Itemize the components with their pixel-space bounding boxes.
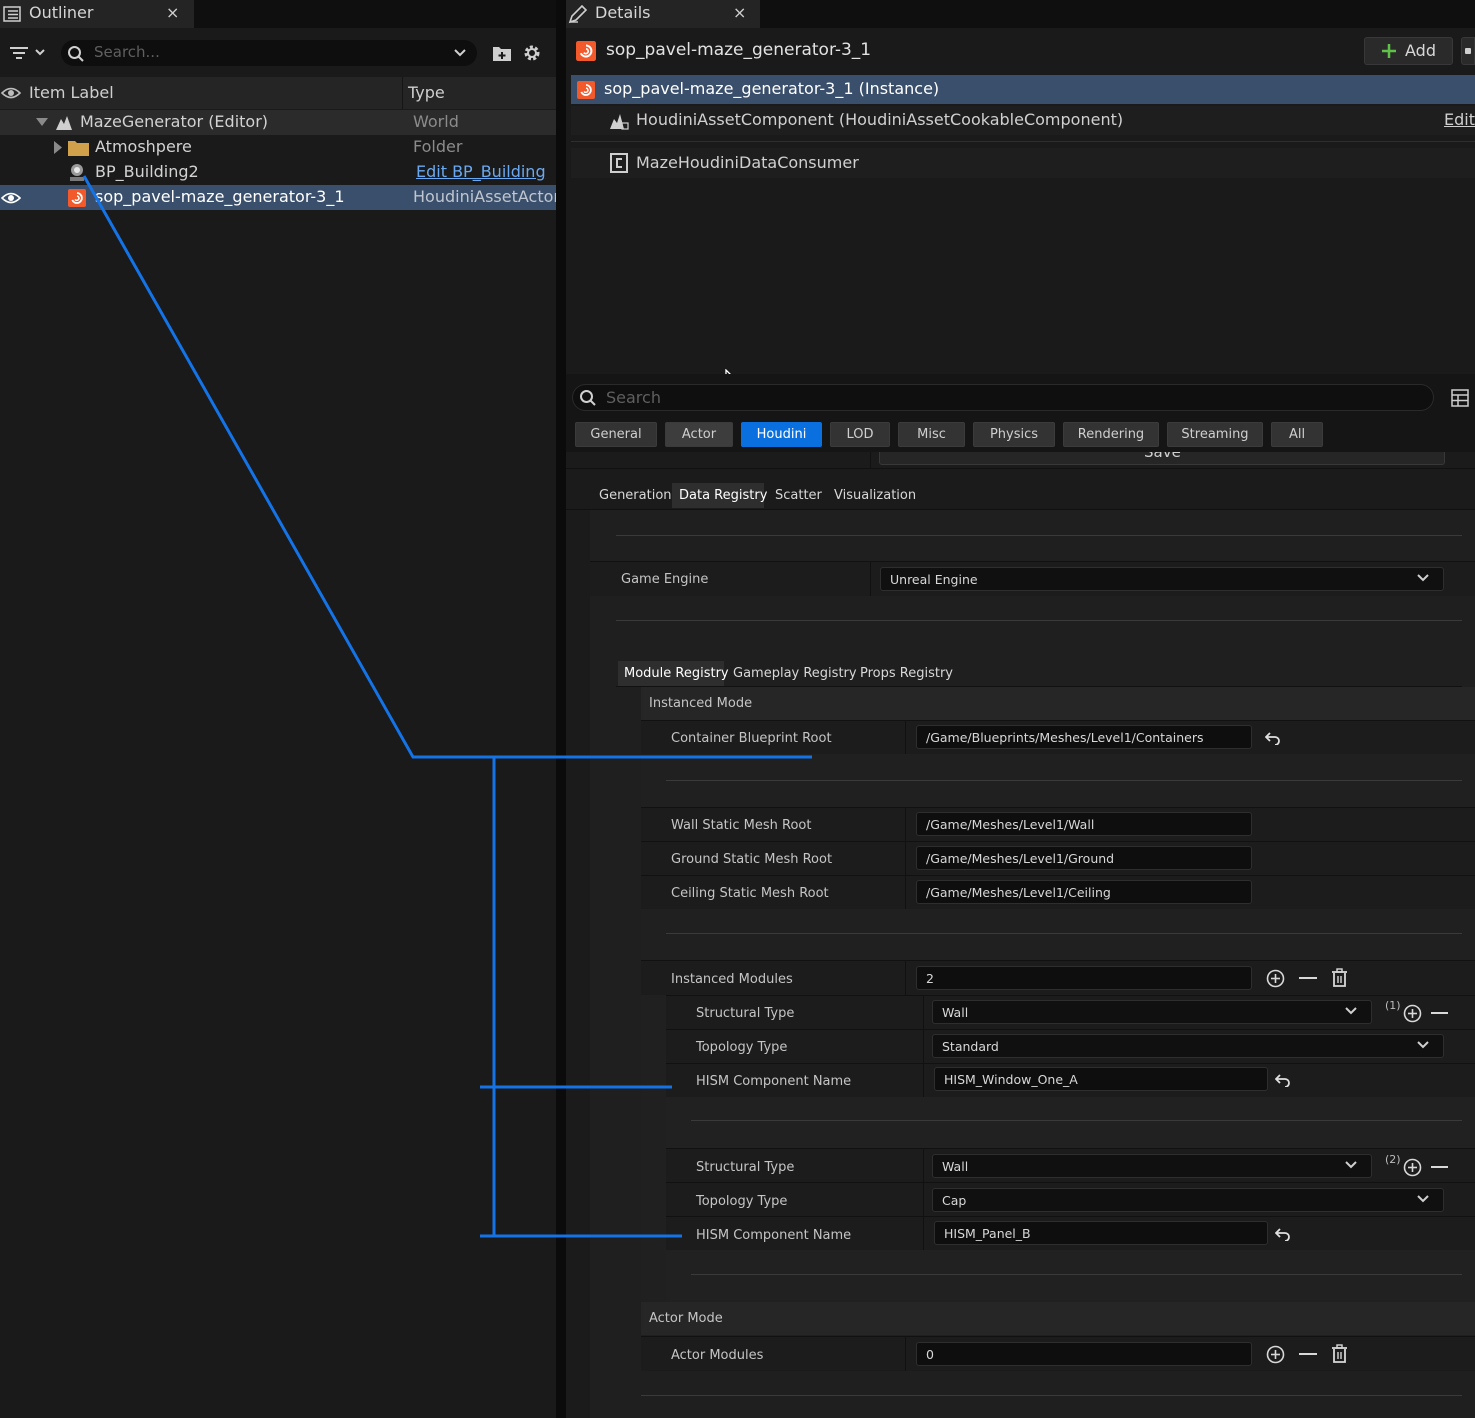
annotation-lines [82,175,812,1238]
